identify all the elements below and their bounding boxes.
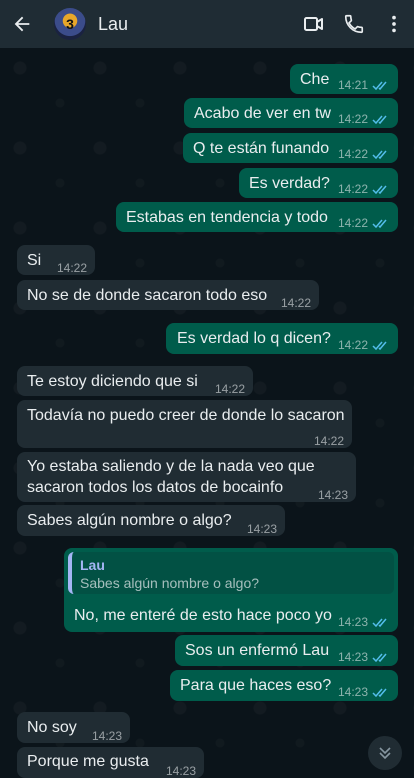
message-time: 14:23 (317, 488, 348, 502)
message-meta: 14:23 (247, 519, 277, 540)
message-meta: 14:22 (314, 431, 344, 452)
read-ticks-icon (372, 653, 387, 663)
message-time: 14:23 (337, 615, 368, 629)
phone-icon (344, 14, 364, 34)
message-time: 14:23 (337, 650, 368, 664)
message-meta: 14:23 (166, 761, 196, 778)
message-meta: 14:22 (338, 179, 390, 200)
message-text: No se de donde sacaron todo eso (27, 287, 268, 304)
read-ticks-icon (372, 185, 387, 195)
quoted-text: Sabes algún nombre o algo? (80, 575, 260, 591)
back-button[interactable] (0, 0, 44, 48)
message-text: Sabes algún nombre o algo? (27, 512, 232, 529)
message-bubble[interactable]: Es verdad? 14:22 (239, 168, 398, 198)
message-bubble[interactable]: Es verdad lo q dicen? 14:22 (166, 323, 398, 354)
voice-call-button[interactable] (334, 0, 374, 48)
message-time: 14:22 (56, 261, 87, 275)
message-meta: 14:23 (92, 726, 122, 747)
arrow-back-icon (14, 16, 30, 32)
read-ticks-icon (372, 81, 387, 91)
message-time: 14:23 (91, 729, 122, 743)
message-meta: 14:21 (338, 75, 390, 96)
video-call-button[interactable] (294, 0, 334, 48)
message-bubble[interactable]: Estabas en tendencia y todo 14:22 (116, 202, 398, 232)
message-bubble[interactable]: No soy 14:23 (17, 712, 130, 743)
read-ticks-icon (372, 219, 387, 229)
message-meta: 14:23 (318, 485, 348, 506)
message-meta: 14:23 (338, 647, 390, 668)
scroll-to-bottom-button[interactable] (368, 736, 402, 770)
read-ticks-icon (372, 115, 387, 125)
message-meta: 14:22 (338, 109, 390, 130)
read-ticks-icon (372, 618, 387, 628)
message-text: Te estoy diciendo que si (27, 373, 198, 390)
message-bubble[interactable]: Acabo de ver en tw 14:22 (184, 98, 398, 128)
message-time: 14:22 (214, 382, 245, 396)
message-bubble[interactable]: Che 14:21 (290, 64, 398, 94)
message-text: Sos un enfermó Lau (185, 642, 330, 659)
message-bubble[interactable]: Todavía no puedo creer de donde lo sacar… (17, 400, 352, 448)
message-bubble[interactable]: Sos un enfermó Lau 14:23 (175, 635, 398, 666)
message-meta: 14:23 (338, 612, 390, 633)
message-time: 14:23 (337, 685, 368, 699)
message-text: No soy (27, 719, 77, 736)
read-ticks-icon (372, 341, 387, 351)
chat-header: 3 Lau (0, 0, 414, 48)
avatar[interactable]: 3 (54, 8, 86, 40)
message-bubble[interactable]: Lau Sabes algún nombre o algo? No, me en… (64, 548, 398, 632)
message-text: No, me enteré de esto hace poco yo (74, 607, 332, 624)
message-text-line2: sacaron todos los datos de bocainfo (27, 479, 284, 496)
quoted-message[interactable]: Lau Sabes algún nombre o algo? (68, 552, 394, 594)
chat-area[interactable]: Che 14:21 Acabo de ver en tw 14:22 Q te … (0, 48, 414, 778)
message-bubble[interactable]: Si 14:22 (17, 245, 95, 275)
read-ticks-icon (372, 150, 387, 160)
message-time: 14:22 (337, 147, 368, 161)
message-bubble[interactable]: Sabes algún nombre o algo? 14:23 (17, 505, 285, 536)
message-meta: 14:22 (57, 258, 87, 279)
read-ticks-icon (372, 688, 387, 698)
message-bubble[interactable]: Para que haces eso? 14:23 (170, 670, 398, 701)
message-text: Che (300, 71, 330, 88)
message-meta: 14:22 (338, 335, 390, 356)
message-time: 14:22 (337, 112, 368, 126)
message-bubble[interactable]: Porque me gusta 14:23 (17, 747, 204, 778)
message-bubble[interactable]: No se de donde sacaron todo eso 14:22 (17, 280, 319, 310)
message-text: Es verdad lo q dicen? (177, 330, 331, 347)
message-time: 14:22 (337, 338, 368, 352)
message-text: Estabas en tendencia y todo (126, 209, 328, 226)
video-call-icon (304, 17, 323, 31)
message-meta: 14:22 (338, 213, 390, 234)
message-meta: 14:22 (281, 293, 311, 314)
message-time: 14:22 (313, 434, 344, 448)
message-text: Para que haces eso? (180, 677, 332, 694)
message-text: Porque me gusta (27, 753, 149, 770)
message-time: 14:21 (337, 78, 368, 92)
message-time: 14:22 (337, 182, 368, 196)
avatar-text: 3 (66, 16, 74, 32)
message-meta: 14:22 (338, 144, 390, 165)
message-time: 14:22 (337, 216, 368, 230)
message-text: Todavía no puedo creer de donde lo sacar… (27, 407, 345, 424)
message-text-line1: Yo estaba saliendo y de la nada veo que (27, 458, 315, 475)
message-meta: 14:23 (338, 682, 390, 703)
more-vert-icon (392, 15, 396, 33)
message-text: Si (27, 252, 42, 269)
message-bubble[interactable]: Te estoy diciendo que si 14:22 (17, 366, 253, 396)
contact-name[interactable]: Lau (98, 14, 294, 35)
message-bubble[interactable]: Yo estaba saliendo y de la nada veo que … (17, 452, 356, 502)
message-time: 14:23 (246, 522, 277, 536)
message-text: Acabo de ver en tw (194, 105, 331, 122)
message-meta: 14:22 (215, 379, 245, 400)
message-text: Q te están funando (193, 140, 330, 157)
menu-button[interactable] (374, 0, 414, 48)
double-chevron-down-icon (379, 747, 391, 760)
message-time: 14:22 (280, 296, 311, 310)
message-text: Es verdad? (249, 175, 330, 192)
message-bubble[interactable]: Q te están funando 14:22 (183, 133, 398, 163)
message-time: 14:23 (165, 764, 196, 778)
